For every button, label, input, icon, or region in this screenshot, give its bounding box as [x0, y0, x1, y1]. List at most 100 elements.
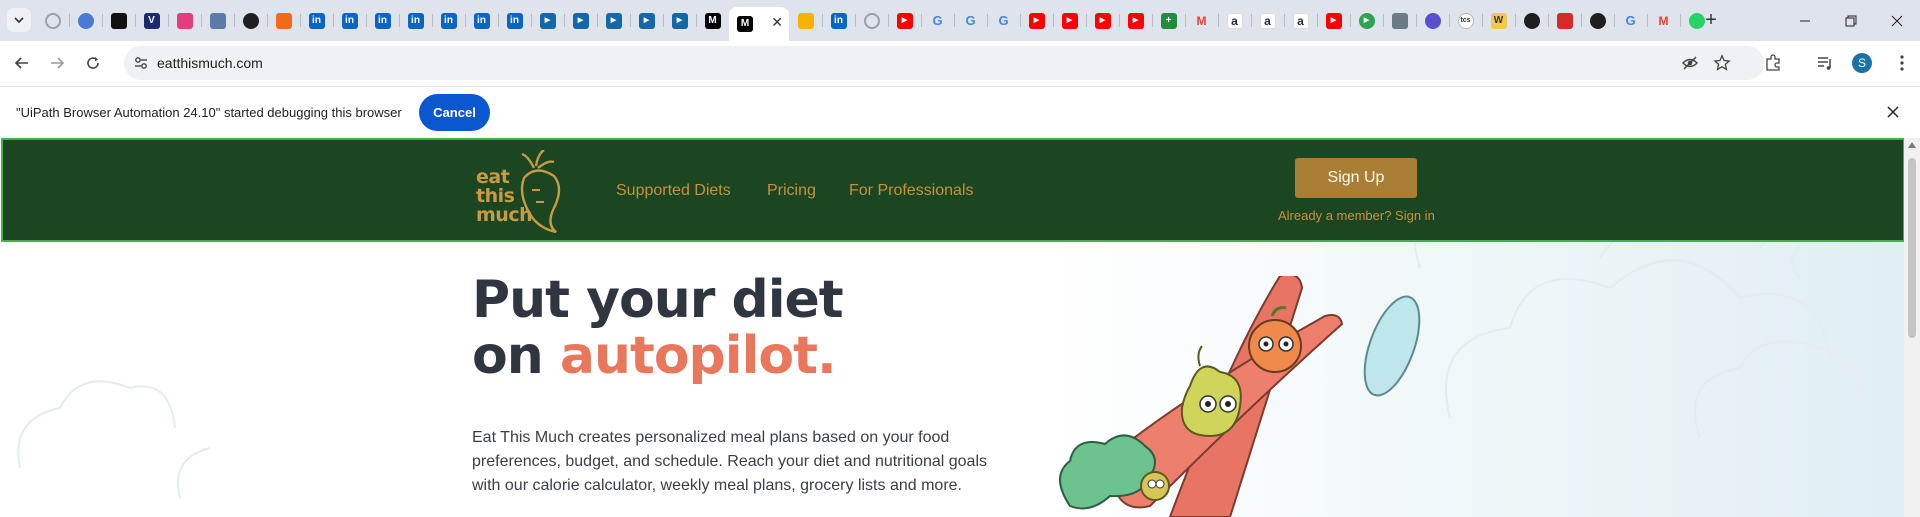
back-button[interactable] — [10, 51, 34, 75]
browser-tab[interactable]: a — [1251, 7, 1284, 34]
browser-tab[interactable] — [36, 7, 69, 34]
sign-up-button[interactable]: Sign Up — [1295, 158, 1417, 198]
browser-tab[interactable]: tcs — [1449, 7, 1482, 34]
browser-tab[interactable]: ▶ — [1020, 7, 1053, 34]
browser-tab[interactable]: in — [399, 7, 432, 34]
flame-icon — [275, 12, 292, 29]
green-play-icon: ▶ — [1358, 12, 1375, 29]
scroll-up-arrow-icon[interactable] — [1908, 142, 1916, 148]
tcs-icon: tcs — [1457, 12, 1474, 29]
media-controls-button[interactable] — [1813, 51, 1837, 75]
browser-tab[interactable]: ▶ — [630, 7, 663, 34]
browser-tab[interactable] — [168, 7, 201, 34]
browser-tab[interactable] — [267, 7, 300, 34]
url-text[interactable]: eatthismuch.com — [157, 55, 263, 71]
nav-link-pricing[interactable]: Pricing — [767, 182, 816, 200]
reload-button[interactable] — [81, 51, 105, 75]
profile-avatar[interactable]: S — [1852, 53, 1872, 73]
browser-tab[interactable] — [1548, 7, 1581, 34]
forward-button[interactable] — [45, 51, 69, 75]
browser-tab[interactable]: ▶ — [564, 7, 597, 34]
close-infobar-button[interactable] — [1884, 103, 1902, 121]
browser-tab[interactable]: W — [1482, 7, 1515, 34]
browser-tab[interactable] — [234, 7, 267, 34]
github-icon — [242, 12, 259, 29]
browser-tab[interactable]: ▶ — [1317, 7, 1350, 34]
browser-tab[interactable] — [102, 7, 135, 34]
queue-music-icon — [1818, 57, 1831, 70]
amazon-icon: a — [1226, 12, 1243, 29]
browser-tab[interactable]: M ✕ — [729, 7, 789, 41]
browser-tab[interactable]: G — [921, 7, 954, 34]
reload-icon — [87, 57, 99, 69]
browser-tab[interactable]: a — [1218, 7, 1251, 34]
browser-tab[interactable]: a — [1284, 7, 1317, 34]
kebab-menu-icon — [1900, 55, 1904, 71]
nav-link-supported-diets[interactable]: Supported Diets — [616, 182, 731, 200]
browser-tab[interactable]: V — [135, 7, 168, 34]
browser-tab[interactable]: M — [696, 7, 729, 34]
colorful-app-icon — [176, 12, 193, 29]
bookmark-button[interactable] — [1713, 54, 1731, 72]
browser-tab[interactable]: M — [1185, 7, 1218, 34]
close-window-button[interactable] — [1874, 0, 1920, 41]
browser-tab[interactable]: in — [366, 7, 399, 34]
scroll-thumb[interactable] — [1908, 158, 1916, 338]
site-info-button[interactable] — [132, 54, 150, 72]
dark-app-icon — [110, 12, 127, 29]
browser-tab[interactable] — [69, 7, 102, 34]
medium-icon: M — [737, 16, 753, 32]
browser-tab[interactable]: ▶ — [663, 7, 696, 34]
hero-title-accent: autopilot. — [559, 326, 837, 386]
address-bar[interactable]: eatthismuch.com — [124, 46, 1764, 80]
browser-tab[interactable]: in — [465, 7, 498, 34]
browser-tab[interactable]: ▶ — [531, 7, 564, 34]
browser-tab[interactable]: ▶ — [1053, 7, 1086, 34]
browser-tab[interactable]: G — [1614, 7, 1647, 34]
gmail-icon: M — [1196, 13, 1207, 28]
browser-tab[interactable]: + — [1152, 7, 1185, 34]
browser-tab[interactable]: ▶ — [888, 7, 921, 34]
extensions-button[interactable] — [1761, 51, 1785, 75]
youtube-icon: ▶ — [1061, 12, 1078, 29]
browser-tab[interactable] — [855, 7, 888, 34]
play-app-icon: ▶ — [638, 12, 655, 29]
debugging-infobar: "UiPath Browser Automation 24.10" starte… — [0, 87, 1920, 138]
browser-tab[interactable]: in — [822, 7, 855, 34]
browser-toolbar: eatthismuch.com S — [0, 41, 1920, 87]
nav-link-for-professionals[interactable]: For Professionals — [849, 182, 974, 200]
browser-tab[interactable]: ▶ — [597, 7, 630, 34]
minimize-button[interactable] — [1782, 0, 1828, 41]
linkedin-icon: in — [473, 12, 490, 29]
hero-title-line2: on autopilot. — [472, 328, 843, 384]
restore-button[interactable] — [1828, 0, 1874, 41]
browser-tab[interactable] — [1581, 7, 1614, 34]
new-tab-button[interactable]: + — [1700, 9, 1722, 31]
browser-tab[interactable]: G — [987, 7, 1020, 34]
browser-tab[interactable]: ▶ — [1119, 7, 1152, 34]
tab-search-button[interactable] — [7, 8, 31, 32]
browser-tab[interactable]: ▶ — [1086, 7, 1119, 34]
cancel-debugging-button[interactable]: Cancel — [419, 94, 490, 131]
browser-tab[interactable]: G — [954, 7, 987, 34]
site-logo[interactable]: eat this much — [476, 150, 572, 234]
menu-button[interactable] — [1890, 51, 1914, 75]
browser-tab[interactable]: in — [498, 7, 531, 34]
browser-tab[interactable] — [1515, 7, 1548, 34]
sign-in-link[interactable]: Already a member? Sign in — [1278, 208, 1435, 223]
browser-tab[interactable] — [789, 7, 822, 34]
browser-tab[interactable] — [1416, 7, 1449, 34]
browser-tab[interactable]: ▶ — [1350, 7, 1383, 34]
amazon-icon: a — [1292, 12, 1309, 29]
browser-tab[interactable] — [201, 7, 234, 34]
browser-tab[interactable]: in — [333, 7, 366, 34]
tab-close-icon[interactable]: ✕ — [771, 15, 783, 29]
page-scrollbar[interactable] — [1904, 138, 1920, 517]
w-app-icon: W — [1490, 12, 1507, 29]
tracking-protection-button[interactable] — [1681, 54, 1699, 72]
browser-tab[interactable]: in — [432, 7, 465, 34]
github-icon — [1589, 12, 1606, 29]
browser-tab[interactable]: M — [1647, 7, 1680, 34]
browser-tab[interactable]: in — [300, 7, 333, 34]
browser-tab[interactable] — [1383, 7, 1416, 34]
